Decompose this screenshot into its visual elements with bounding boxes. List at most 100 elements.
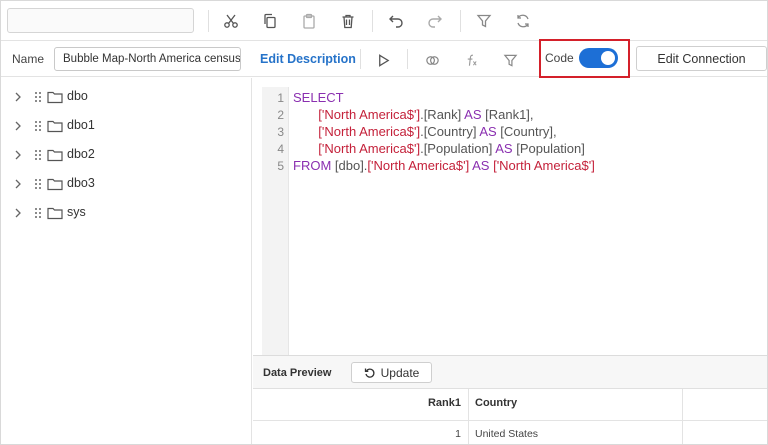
copy-button[interactable] [259, 10, 281, 32]
grid-column-divider [468, 389, 469, 444]
toolbar-divider [460, 10, 461, 32]
grid-cell-country: United States [475, 428, 539, 440]
drag-handle-icon[interactable] [34, 120, 42, 132]
sql-keyword: AS [495, 141, 513, 156]
line-number: 3 [277, 125, 284, 139]
column-header-country[interactable]: Country [475, 397, 517, 409]
play-icon [378, 53, 389, 67]
paste-icon [303, 13, 315, 29]
code-toggle-switch[interactable] [579, 48, 618, 68]
tree-item-label: dbo1 [67, 118, 95, 132]
sql-identifier: .[Rank] [420, 107, 465, 122]
undo-icon [389, 15, 403, 28]
main-toolbar [1, 1, 767, 41]
line-number: 1 [277, 91, 284, 105]
sql-identifier: .[Population] [420, 141, 496, 156]
code-label: Code [545, 51, 574, 65]
sql-identifier: [dbo]. [331, 158, 368, 173]
tree-item-dbo[interactable]: dbo [1, 86, 251, 108]
chevron-right-icon[interactable] [12, 207, 24, 219]
cut-button[interactable] [220, 10, 242, 32]
sql-table-name: ['North America$'] [318, 141, 421, 156]
link-icon [425, 55, 439, 65]
tree-item-label: dbo3 [67, 176, 95, 190]
filter-icon [476, 14, 492, 28]
sql-table-name: ['North America$'] [318, 124, 421, 139]
redo-button[interactable] [424, 10, 446, 32]
run-button[interactable] [372, 49, 394, 71]
chevron-right-icon[interactable] [12, 120, 24, 132]
drag-handle-icon[interactable] [34, 91, 42, 103]
sql-keyword: SELECT [293, 90, 344, 105]
update-button[interactable]: Update [351, 362, 432, 383]
filter-button[interactable] [499, 49, 521, 71]
data-preview-header: Data Preview Update [253, 356, 767, 389]
function-icon [467, 54, 477, 66]
chevron-right-icon[interactable] [12, 91, 24, 103]
code-line: SELECT [293, 90, 344, 105]
sql-keyword: AS [464, 107, 482, 122]
query-designer: Name Bubble Map-North America census da … [0, 0, 768, 445]
code-line: ['North America$'].[Population] AS [Popu… [293, 141, 585, 156]
line-number-gutter: 1 2 3 4 5 [262, 87, 289, 355]
sql-identifier [293, 141, 318, 156]
name-field[interactable]: Bubble Map-North America census da [54, 47, 241, 71]
refresh-icon [364, 368, 375, 378]
edit-connection-button[interactable]: Edit Connection [636, 46, 767, 71]
sql-identifier [293, 124, 318, 139]
tree-item-dbo2[interactable]: dbo2 [1, 144, 251, 166]
delete-button[interactable] [337, 10, 359, 32]
line-number: 2 [277, 108, 284, 122]
code-line: FROM [dbo].['North America$'] AS ['North… [293, 158, 595, 173]
schema-tree: dbo dbo1 dbo2 dbo3 sys [1, 78, 252, 444]
drag-handle-icon[interactable] [34, 207, 42, 219]
redo-icon [428, 15, 442, 28]
copy-icon [264, 13, 276, 29]
delete-icon [342, 14, 354, 29]
undo-button[interactable] [385, 10, 407, 32]
filter-button[interactable] [473, 10, 495, 32]
grid-cell-rank1: 1 [455, 428, 461, 440]
data-preview-panel: Data Preview Update Rank1 Country 1 United … [253, 355, 767, 444]
filter-icon [503, 54, 517, 67]
sql-identifier: [Rank1], [481, 107, 534, 122]
chevron-right-icon[interactable] [12, 149, 24, 161]
column-header-rank1[interactable]: Rank1 [428, 397, 461, 409]
namebar-divider [360, 49, 361, 69]
sql-identifier [293, 107, 318, 122]
tree-item-dbo3[interactable]: dbo3 [1, 173, 251, 195]
refresh-button[interactable] [512, 10, 534, 32]
tree-item-dbo1[interactable]: dbo1 [1, 115, 251, 137]
tree-item-sys[interactable]: sys [1, 202, 251, 224]
toolbar-search-input[interactable] [7, 8, 194, 33]
sql-identifier: [Population] [512, 141, 585, 156]
drag-handle-icon[interactable] [34, 178, 42, 190]
tree-item-label: dbo [67, 89, 88, 103]
edit-description-link[interactable]: Edit Description [260, 52, 356, 66]
drag-handle-icon[interactable] [34, 149, 42, 161]
sql-identifier: .[Country] [420, 124, 480, 139]
data-preview-title: Data Preview [263, 367, 332, 379]
code-line: ['North America$'].[Rank] AS [Rank1], [293, 107, 534, 122]
line-number: 5 [277, 159, 284, 173]
folder-icon [47, 178, 63, 191]
update-label: Update [380, 365, 420, 380]
sql-keyword: AS [479, 124, 497, 139]
expression-button[interactable] [460, 49, 482, 71]
folder-icon [47, 91, 63, 104]
tree-item-label: dbo2 [67, 147, 95, 161]
code-line: ['North America$'].[Country] AS [Country… [293, 124, 557, 139]
grid-row-divider [253, 420, 767, 421]
grid-column-divider [682, 389, 683, 444]
folder-icon [47, 207, 63, 220]
sql-code-editor[interactable]: 12345 SELECT ['North America$'].[Rank] A… [253, 78, 767, 355]
cut-icon [224, 14, 238, 28]
tree-item-label: sys [67, 205, 86, 219]
sql-identifier: [Country], [496, 124, 557, 139]
toggle-knob [601, 51, 615, 65]
paste-button[interactable] [298, 10, 320, 32]
toolbar-divider [372, 10, 373, 32]
chevron-right-icon[interactable] [12, 178, 24, 190]
toolbar-divider [208, 10, 209, 32]
join-button[interactable] [421, 49, 443, 71]
